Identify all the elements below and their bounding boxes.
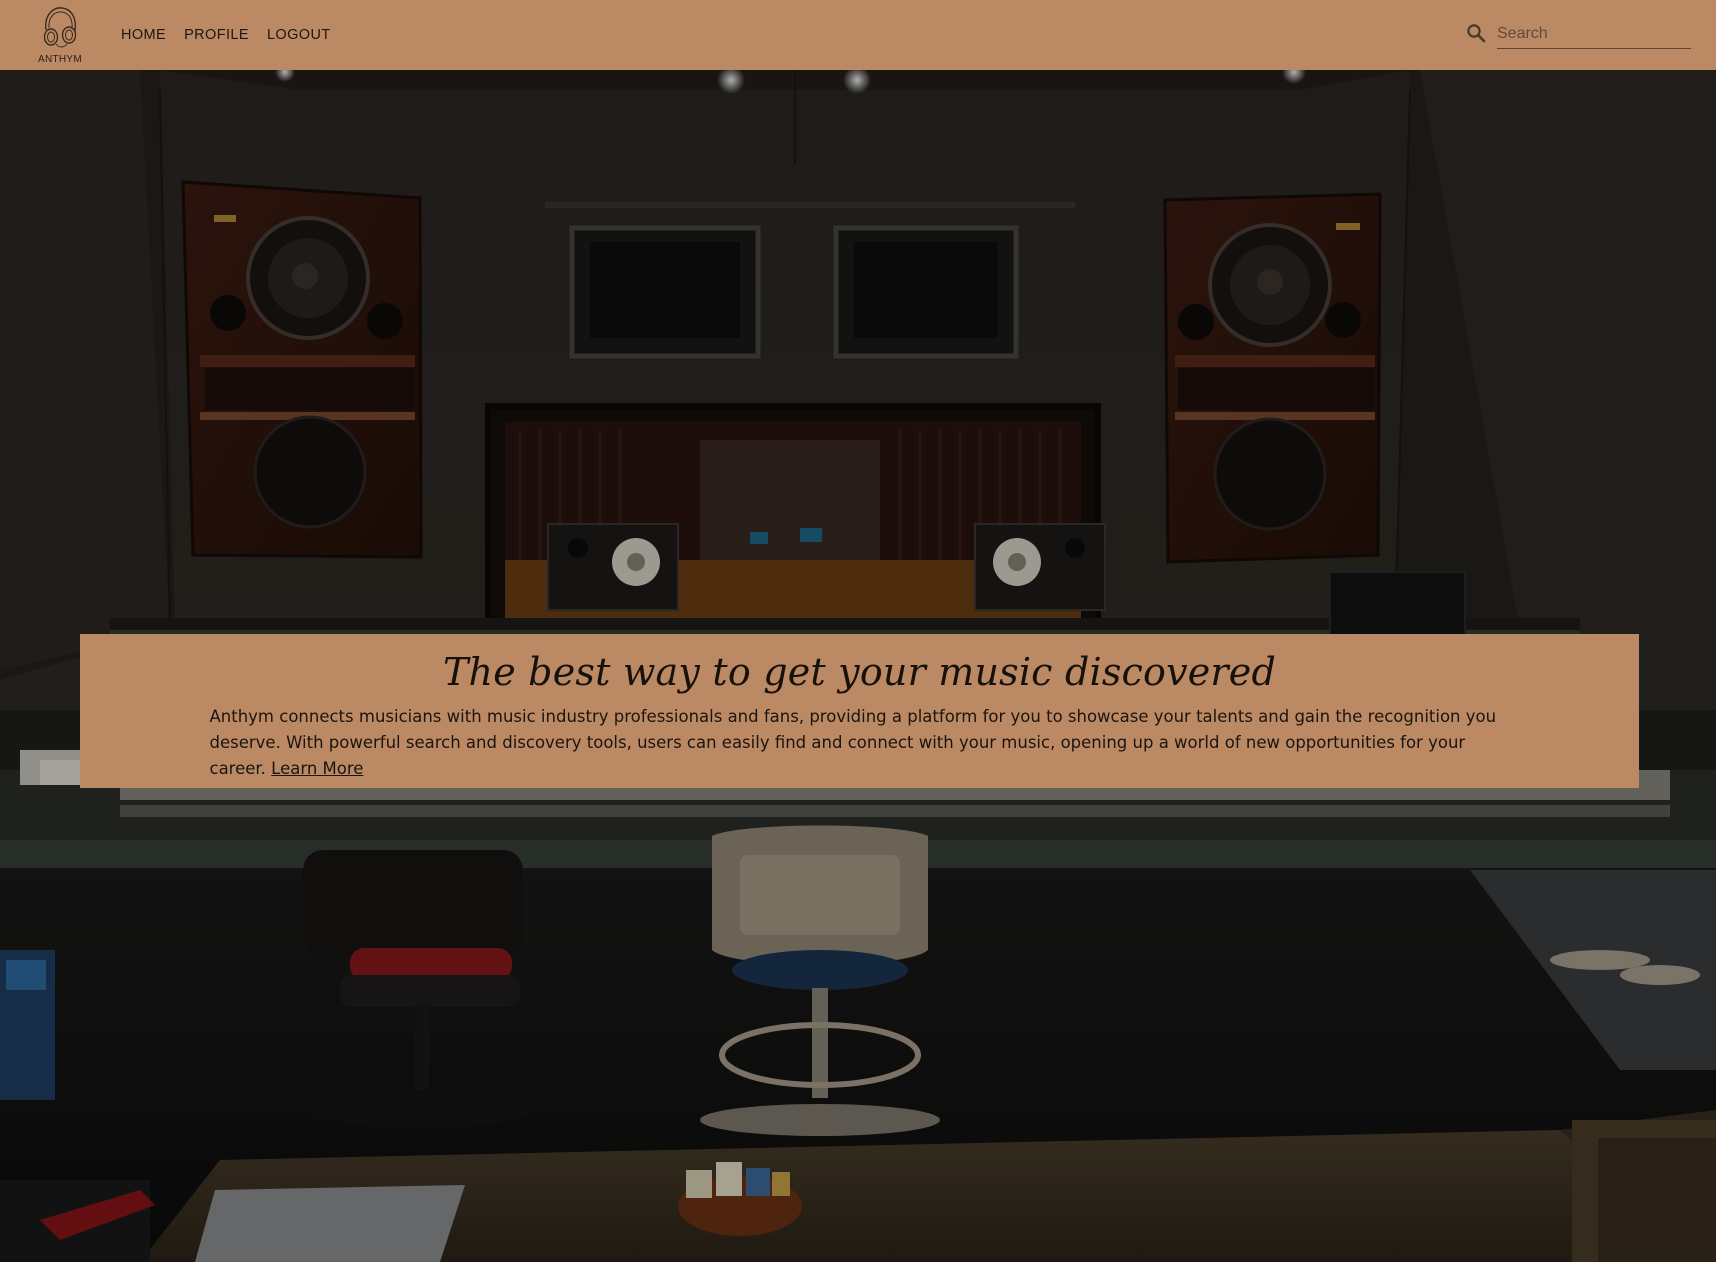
hero-description: Anthym connects musicians with music ind…: [210, 704, 1510, 782]
hero-callout: The best way to get your music discovere…: [80, 634, 1639, 788]
nav-link-logout[interactable]: LOGOUT: [267, 27, 331, 43]
logo-text: ANTHYM: [37, 54, 83, 65]
page: ANTHYM HOME PROFILE LOGOUT Search The be…: [0, 0, 1716, 1262]
search-icon[interactable]: [1466, 23, 1486, 43]
search-box: [1466, 20, 1692, 50]
hero-headline: The best way to get your music discovere…: [442, 650, 1277, 694]
logo-link[interactable]: ANTHYM: [34, 4, 86, 66]
nav-link-home[interactable]: HOME: [121, 27, 166, 43]
nav-links: HOME PROFILE LOGOUT: [121, 27, 331, 43]
hero-description-line-2: With powerful search and discovery tools…: [209, 733, 1466, 778]
learn-more-link[interactable]: Learn More: [271, 759, 363, 778]
top-navbar: ANTHYM HOME PROFILE LOGOUT: [0, 0, 1716, 70]
nav-link-profile[interactable]: PROFILE: [184, 27, 249, 43]
headphones-icon: [43, 7, 77, 48]
search-input[interactable]: [1497, 20, 1691, 49]
